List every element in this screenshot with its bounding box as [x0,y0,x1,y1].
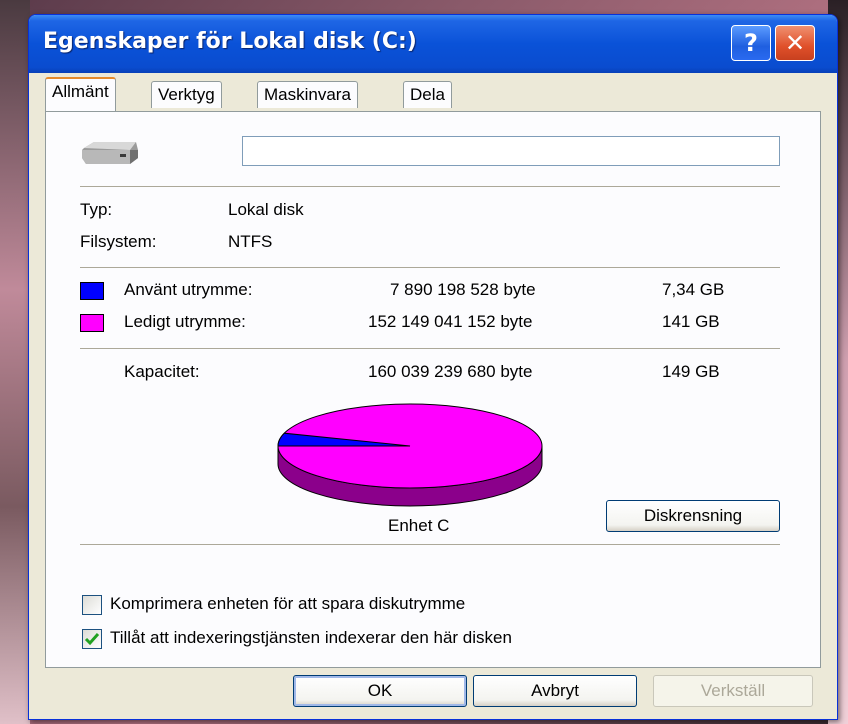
type-value: Lokal disk [228,200,304,219]
capacity-label: Kapacitet: [124,362,200,381]
type-label: Typ: [80,200,113,219]
tab-tools[interactable]: Verktyg [151,81,222,108]
used-space-bytes: 7 890 198 528 byte [390,280,536,299]
index-label[interactable]: Tillåt att indexeringstjänsten indexerar… [110,628,512,648]
hard-drive-icon [82,142,138,164]
separator-3 [80,348,780,349]
tab-sharing[interactable]: Dela ut [403,81,452,130]
tab-hardware[interactable]: Maskinvara [257,81,358,108]
separator-4 [80,544,780,545]
free-space-bytes: 152 149 041 152 byte [368,312,533,331]
used-space-gb: 7,34 GB [662,280,725,299]
drive-name-input[interactable] [242,136,780,166]
index-checkbox[interactable] [82,629,102,649]
disk-usage-pie-chart [277,403,543,507]
compress-checkbox[interactable] [82,595,102,615]
capacity-bytes: 160 039 239 680 byte [368,362,533,381]
ok-button[interactable]: OK [293,675,467,707]
properties-dialog: Egenskaper för Lokal disk (C:) ? ✕ Allmä… [28,14,838,720]
window-title: Egenskaper för Lokal disk (C:) [43,29,417,54]
checkmark-icon [84,633,100,646]
separator-2 [80,267,780,268]
tab-general[interactable]: Allmänt [45,77,116,111]
title-bar[interactable]: Egenskaper för Lokal disk (C:) ? ✕ [29,15,837,73]
apply-button[interactable]: Verkställ [653,675,813,707]
desktop-background-left [0,0,30,724]
free-space-swatch [80,314,104,332]
drive-label: Enhet C [388,516,450,535]
help-button[interactable]: ? [731,25,771,61]
used-space-label: Använt utrymme: [124,280,253,299]
disk-cleanup-button[interactable]: Diskrensning [606,500,780,532]
general-panel: Typ: Lokal disk Filsystem: NTFS Använt u… [45,111,821,668]
used-space-swatch [80,282,104,300]
compress-label[interactable]: Komprimera enheten för att spara diskutr… [110,594,465,614]
close-button[interactable]: ✕ [775,25,815,61]
free-space-gb: 141 GB [662,312,720,331]
separator-1 [80,186,780,187]
capacity-gb: 149 GB [662,362,720,381]
filesystem-label: Filsystem: [80,232,157,251]
free-space-label: Ledigt utrymme: [124,312,246,331]
cancel-button[interactable]: Avbryt [473,675,637,707]
filesystem-value: NTFS [228,232,273,251]
